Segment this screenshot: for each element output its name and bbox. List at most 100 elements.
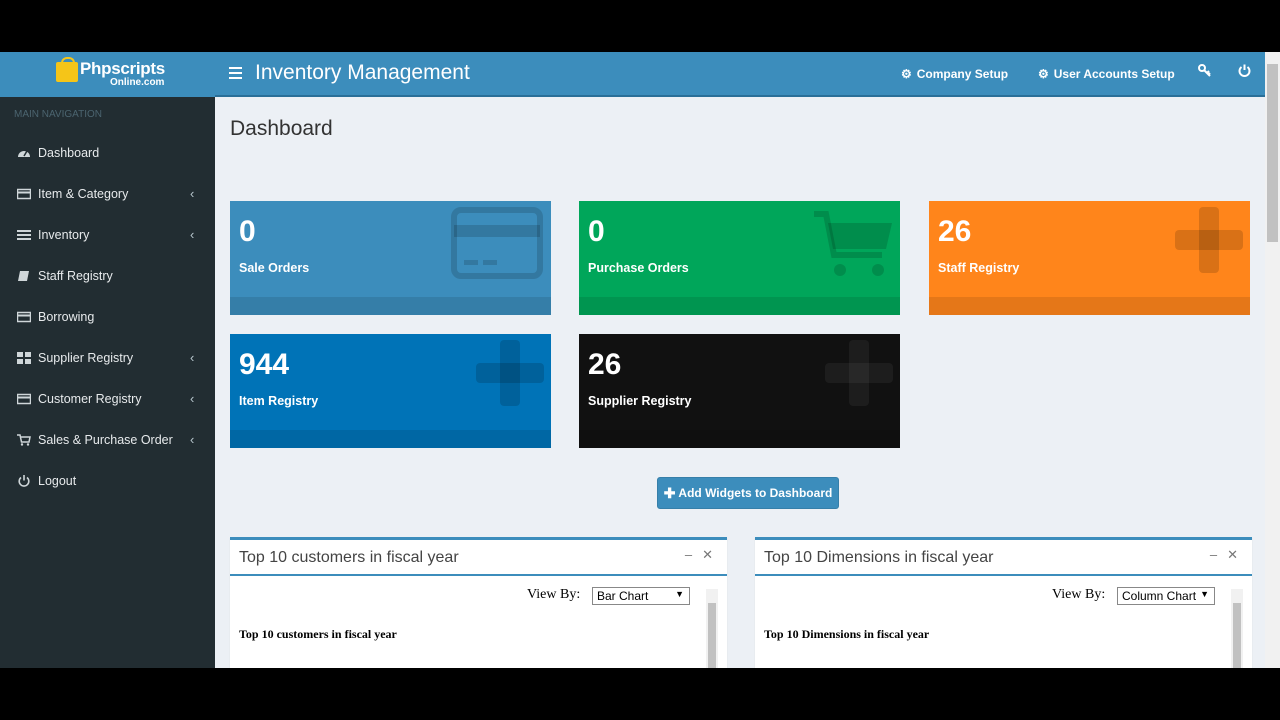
card-icon — [17, 188, 31, 199]
nav-header: MAIN NAVIGATION — [14, 109, 102, 120]
key-icon[interactable] — [1198, 64, 1211, 80]
panel-header: Top 10 customers in fiscal year – ✕ — [230, 540, 727, 576]
view-by-select[interactable]: Column Chart ▼ — [1117, 587, 1215, 605]
view-by-value: Column Chart — [1122, 589, 1197, 603]
logo-subtext: Online.com — [110, 77, 165, 88]
panel-scrollbar[interactable] — [1231, 589, 1243, 668]
stat-box-footer — [230, 430, 551, 448]
sidebar: MAIN NAVIGATION Dashboard Item & Categor… — [0, 97, 215, 668]
plus-icon — [825, 340, 893, 406]
close-icon[interactable]: ✕ — [1227, 547, 1238, 563]
stat-value: 944 — [239, 348, 290, 381]
view-by-label: View By: — [527, 587, 581, 602]
minimize-icon[interactable]: – — [685, 547, 692, 563]
view-by-label: View By: — [1052, 587, 1106, 602]
logo-text: Phpscripts — [80, 59, 165, 78]
scroll-thumb[interactable] — [1233, 603, 1241, 668]
panel-tools: – ✕ — [685, 547, 713, 563]
sidebar-item-inventory[interactable]: Inventory ‹ — [0, 214, 215, 255]
chart-title: Top 10 Dimensions in fiscal year — [764, 627, 930, 641]
chevron-left-icon: ‹ — [190, 350, 195, 365]
page-title: Dashboard — [230, 117, 333, 140]
stat-box-purchase-orders[interactable]: 0 Purchase Orders — [579, 201, 900, 315]
sidebar-item-label: Dashboard — [38, 145, 100, 160]
logo[interactable]: Phpscripts Online.com — [0, 52, 215, 97]
credit-card-icon — [451, 207, 543, 279]
list-icon — [17, 229, 31, 240]
dropdown-arrow-icon: ▼ — [1200, 589, 1209, 599]
panel-top-dimensions: Top 10 Dimensions in fiscal year – ✕ Vie… — [755, 537, 1252, 668]
menu-toggle-icon[interactable] — [229, 67, 242, 79]
dropdown-arrow-icon: ▼ — [675, 589, 684, 599]
plus-icon — [1175, 207, 1243, 273]
sidebar-item-label: Sales & Purchase Order — [38, 432, 173, 447]
stat-box-sale-orders[interactable]: 0 Sale Orders — [230, 201, 551, 315]
add-widgets-button[interactable]: ✚ Add Widgets to Dashboard — [657, 477, 839, 509]
user-accounts-setup-label: User Accounts Setup — [1053, 67, 1175, 81]
sidebar-item-staff-registry[interactable]: Staff Registry — [0, 255, 215, 296]
view-by-value: Bar Chart — [597, 589, 649, 603]
card-icon — [17, 311, 31, 322]
chevron-left-icon: ‹ — [190, 432, 195, 447]
app-title: Inventory Management — [255, 61, 470, 84]
sidebar-item-borrowing[interactable]: Borrowing — [0, 296, 215, 337]
chart-title: Top 10 customers in fiscal year — [239, 627, 397, 641]
stat-label: Staff Registry — [938, 261, 1020, 275]
panel-title: Top 10 Dimensions in fiscal year — [764, 549, 994, 566]
sidebar-item-supplier-registry[interactable]: Supplier Registry ‹ — [0, 337, 215, 378]
panel-header: Top 10 Dimensions in fiscal year – ✕ — [755, 540, 1252, 576]
panel-top-customers: Top 10 customers in fiscal year – ✕ View… — [230, 537, 727, 668]
stat-box-footer — [230, 297, 551, 315]
page-scrollbar[interactable] — [1265, 52, 1280, 668]
panel-scrollbar[interactable] — [706, 589, 718, 668]
company-setup-label: Company Setup — [916, 67, 1009, 81]
sidebar-item-label: Customer Registry — [38, 391, 142, 406]
shopping-cart-icon — [814, 211, 892, 276]
plus-icon — [476, 340, 544, 406]
stat-box-footer — [579, 297, 900, 315]
stat-box-item-registry[interactable]: 944 Item Registry — [230, 334, 551, 448]
stat-label: Supplier Registry — [588, 394, 692, 408]
sidebar-item-label: Inventory — [38, 227, 90, 242]
grid-icon — [17, 351, 31, 364]
sidebar-item-label: Borrowing — [38, 309, 95, 324]
add-widgets-label: Add Widgets to Dashboard — [678, 486, 833, 500]
sidebar-item-customer-registry[interactable]: Customer Registry ‹ — [0, 378, 215, 419]
panel-tools: – ✕ — [1210, 547, 1238, 563]
sidebar-item-label: Item & Category — [38, 186, 129, 201]
card-icon — [17, 393, 31, 404]
panel-title: Top 10 customers in fiscal year — [239, 549, 459, 566]
stat-value: 0 — [588, 215, 605, 248]
dashboard-icon — [18, 150, 30, 157]
close-icon[interactable]: ✕ — [702, 547, 713, 563]
sidebar-item-label: Logout — [38, 473, 77, 488]
stat-value: 0 — [239, 215, 256, 248]
chevron-left-icon: ‹ — [190, 186, 195, 201]
sidebar-item-logout[interactable]: Logout — [0, 460, 215, 501]
minimize-icon[interactable]: – — [1210, 547, 1217, 563]
gear-icon: ⚙ — [901, 67, 912, 81]
scroll-thumb[interactable] — [708, 603, 716, 668]
page-scroll-thumb[interactable] — [1267, 64, 1278, 242]
sidebar-item-label: Staff Registry — [38, 268, 113, 283]
company-setup-link[interactable]: ⚙ Company Setup — [901, 67, 1008, 81]
chevron-left-icon: ‹ — [190, 391, 195, 406]
top-navbar: Phpscripts Online.com Inventory Manageme… — [0, 52, 1265, 97]
sidebar-item-sales-purchase-order[interactable]: Sales & Purchase Order ‹ — [0, 419, 215, 460]
stat-box-footer — [579, 430, 900, 448]
stat-value: 26 — [588, 348, 622, 381]
sidebar-item-label: Supplier Registry — [38, 350, 134, 365]
stat-label: Item Registry — [239, 394, 319, 408]
stat-box-staff-registry[interactable]: 26 Staff Registry — [929, 201, 1250, 315]
user-accounts-setup-link[interactable]: ⚙ User Accounts Setup — [1038, 67, 1175, 81]
shopping-bag-icon — [56, 57, 78, 82]
stat-value: 26 — [938, 215, 972, 248]
main-content: Dashboard 0 Sale Orders 0 Purchase Order… — [215, 97, 1265, 668]
sidebar-item-dashboard[interactable]: Dashboard — [0, 132, 215, 173]
gear-icon: ⚙ — [1038, 67, 1049, 81]
stat-box-supplier-registry[interactable]: 26 Supplier Registry — [579, 334, 900, 448]
power-icon[interactable] — [1238, 64, 1251, 80]
sidebar-item-item-category[interactable]: Item & Category ‹ — [0, 173, 215, 214]
book-icon — [18, 270, 29, 281]
view-by-select[interactable]: Bar Chart ▼ — [592, 587, 690, 605]
